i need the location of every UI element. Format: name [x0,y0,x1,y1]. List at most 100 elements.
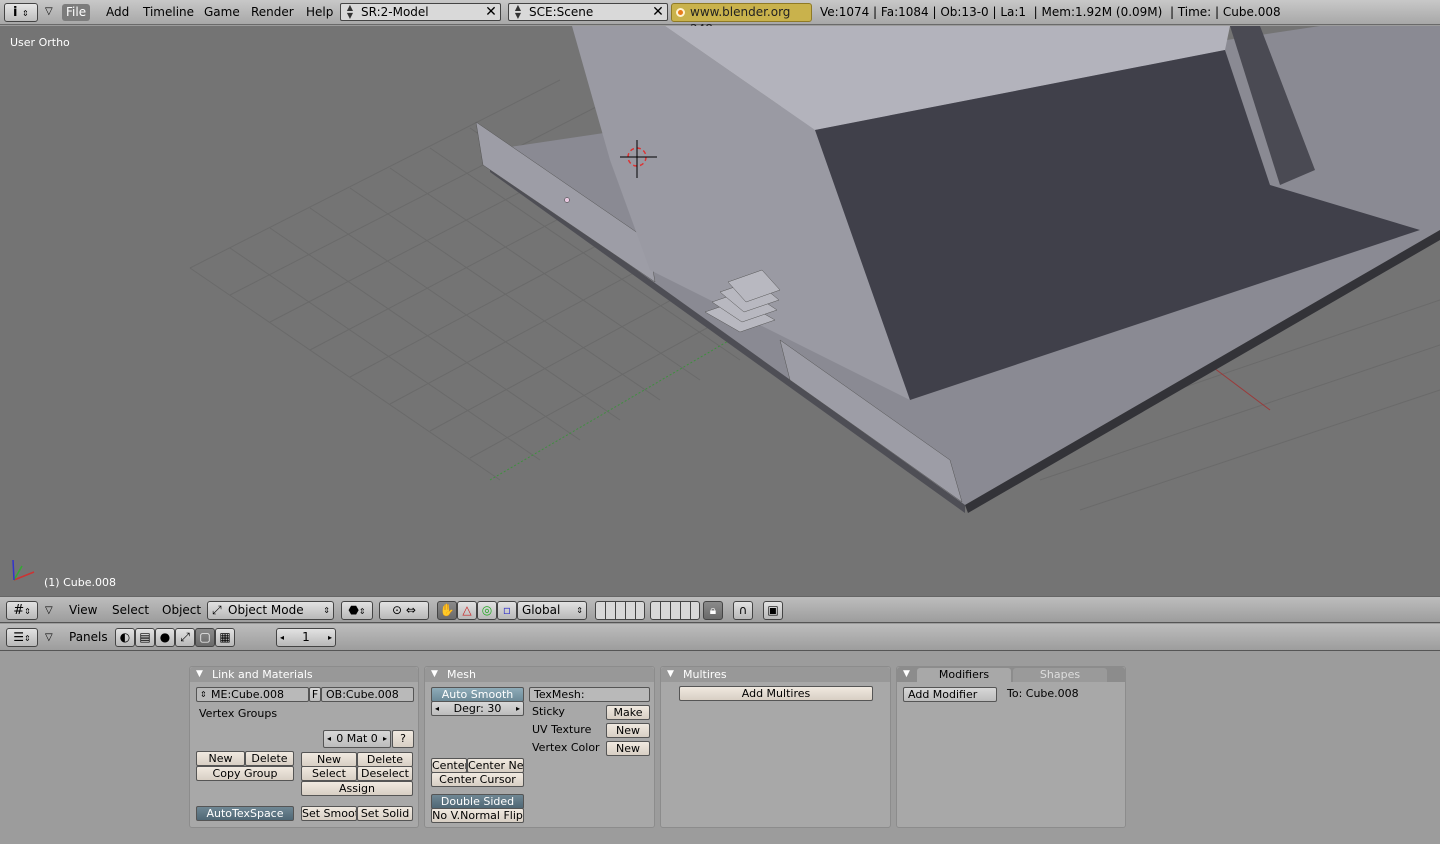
3d-viewport[interactable]: User Ortho (1) Cube.008 [0,26,1440,596]
blender-url-badge[interactable]: www.blender.org 248 [671,3,812,36]
frame-number-field[interactable]: ◂ 1 ▸ [276,628,336,647]
object-context-icon[interactable]: ⤢ [175,628,195,647]
mode-selector[interactable]: ⤢ Object Mode ⇕ [207,601,334,620]
arrow-right-icon: ▸ [515,704,520,713]
panel-header[interactable]: ▼ Link and Materials [190,667,418,682]
close-icon[interactable]: ✕ [484,4,498,20]
tab-shapes[interactable]: Shapes [1013,668,1107,682]
vgroup-new-button[interactable]: New [196,751,245,766]
center-button[interactable]: Center [431,758,467,773]
screen-name: SR:2-Model [361,5,429,19]
copy-group-button[interactable]: Copy Group [196,766,294,781]
menu-help[interactable]: Help [302,4,337,21]
editor-type-buttons-icon[interactable]: ☰⇕ [6,628,38,647]
collapse-triangle-icon: ▼ [431,669,438,679]
material-index-field[interactable]: ◂ 0 Mat 0 ▸ [323,730,391,748]
vgroup-delete-button[interactable]: Delete [245,751,294,766]
editing-context-icon[interactable]: ▢ [195,628,215,647]
mesh-datablock-field[interactable]: ⇕ ME:Cube.008 [196,687,309,702]
material-help-button[interactable]: ? [392,730,414,748]
set-solid-button[interactable]: Set Solid [357,806,413,821]
layer-buttons-b[interactable] [650,601,700,620]
pivot-selector[interactable]: ⊙ ⇔ [379,601,429,620]
collapse-menu-triangle-icon[interactable]: ▽ [45,6,53,17]
menu-object[interactable]: Object [162,603,201,617]
shading-context-icon[interactable]: ● [155,628,175,647]
collapse-triangle-icon: ▼ [196,669,203,679]
snap-icon[interactable]: ∩ [733,601,753,620]
material-new-button[interactable]: New [301,752,357,767]
object-datablock-field[interactable]: OB:Cube.008 [321,687,414,702]
set-smooth-button[interactable]: Set Smoot [301,806,357,821]
panel-header[interactable]: ▼ Mesh [425,667,654,682]
vertex-color-label: Vertex Color [532,741,600,754]
blender-logo-icon [676,8,685,17]
menu-select[interactable]: Select [112,603,149,617]
vertex-color-new-button[interactable]: New [606,741,650,756]
updown-arrows-icon: ⇕ [200,690,207,699]
material-deselect-button[interactable]: Deselect [357,766,413,781]
draw-type-selector[interactable]: ⬣⇕ [341,601,373,620]
scene-context-icon[interactable]: ▦ [215,628,235,647]
center-new-button[interactable]: Center Ne [467,758,524,773]
editor-type-grid-icon[interactable]: #⇕ [6,601,38,620]
material-delete-button[interactable]: Delete [357,752,413,767]
fake-user-button[interactable]: F [309,687,321,702]
3d-view-header: #⇕ ▽ View Select Object ⤢ Object Mode ⇕ … [0,596,1440,623]
panel-header[interactable]: ▼ Multires [661,667,890,682]
scene-selector[interactable]: ▲ ▼ SCE:Scene ✕ [508,3,668,21]
multires-panel: ▼ Multires Add Multires [660,666,891,828]
manipulator-toggle-icon[interactable]: ✋ [437,601,457,620]
mesh-panel: ▼ Mesh Auto Smooth ◂ Degr: 30 ▸ TexMesh: … [424,666,655,828]
arrow-right-icon: ▸ [327,633,332,642]
updown-arrows-icon: ⇕ [323,606,330,615]
collapse-triangle-icon[interactable]: ▼ [903,667,910,682]
vertex-groups-label: Vertex Groups [199,707,278,720]
menu-view[interactable]: View [69,603,97,617]
scene-stats: Ve:1074 | Fa:1084 | Ob:13-0 | La:1 | Mem… [820,5,1281,19]
render-preview-icon[interactable]: ▣ [763,601,783,620]
logic-context-icon[interactable]: ◐ [115,628,135,647]
add-modifier-button[interactable]: Add Modifier [903,687,997,702]
material-select-button[interactable]: Select [301,766,357,781]
collapse-triangle-icon[interactable]: ▽ [45,632,53,643]
menu-game[interactable]: Game [200,4,244,21]
info-window-type-icon[interactable]: i ⇕ [4,3,38,22]
autotexspace-toggle[interactable]: AutoTexSpace [196,806,294,821]
menu-file[interactable]: File [62,4,91,21]
menu-add[interactable]: Add [102,4,133,21]
rotate-manipulator-icon[interactable]: ◎ [477,601,497,620]
auto-smooth-toggle[interactable]: Auto Smooth [431,687,524,702]
arrow-right-icon: ▸ [382,734,387,743]
scale-manipulator-icon[interactable]: ▫ [497,601,517,620]
add-multires-button[interactable]: Add Multires [679,686,873,701]
double-sided-toggle[interactable]: Double Sided [431,794,524,809]
tab-modifiers[interactable]: Modifiers [917,668,1011,682]
modifier-target-label: To: Cube.008 [1007,687,1079,700]
link-materials-panel: ▼ Link and Materials ⇕ ME:Cube.008 F OB:C… [189,666,419,828]
material-assign-button[interactable]: Assign [301,781,413,796]
top-menubar: i ⇕ ▽ File Add Timeline Game Render Help… [0,0,1440,36]
center-cursor-button[interactable]: Center Cursor [431,772,524,787]
degree-field[interactable]: ◂ Degr: 30 ▸ [431,701,524,716]
viewport-scene [12,26,1440,581]
view-type-label: User Ortho [10,36,70,49]
collapse-triangle-icon[interactable]: ▽ [45,605,53,616]
layer-buttons-a[interactable] [595,601,645,620]
sticky-make-button[interactable]: Make [606,705,650,720]
lock-icon[interactable]: 🔒︎ [703,601,723,620]
menu-render[interactable]: Render [247,4,298,21]
screen-selector[interactable]: ▲ ▼ SR:2-Model ✕ [340,3,501,21]
sticky-label: Sticky [532,705,565,718]
no-vnormal-flip-toggle[interactable]: No V.Normal Flip [431,808,524,823]
arrow-left-icon: ◂ [435,704,440,713]
texmesh-field[interactable]: TexMesh: [529,687,650,702]
orientation-selector[interactable]: Global ⇕ [517,601,587,620]
script-context-icon[interactable]: ▤ [135,628,155,647]
object-origin-dot [564,197,570,203]
translate-manipulator-icon[interactable]: △ [457,601,477,620]
uv-texture-new-button[interactable]: New [606,723,650,738]
close-icon[interactable]: ✕ [651,4,665,20]
y-axis-line [489,339,731,481]
menu-timeline[interactable]: Timeline [139,4,198,21]
